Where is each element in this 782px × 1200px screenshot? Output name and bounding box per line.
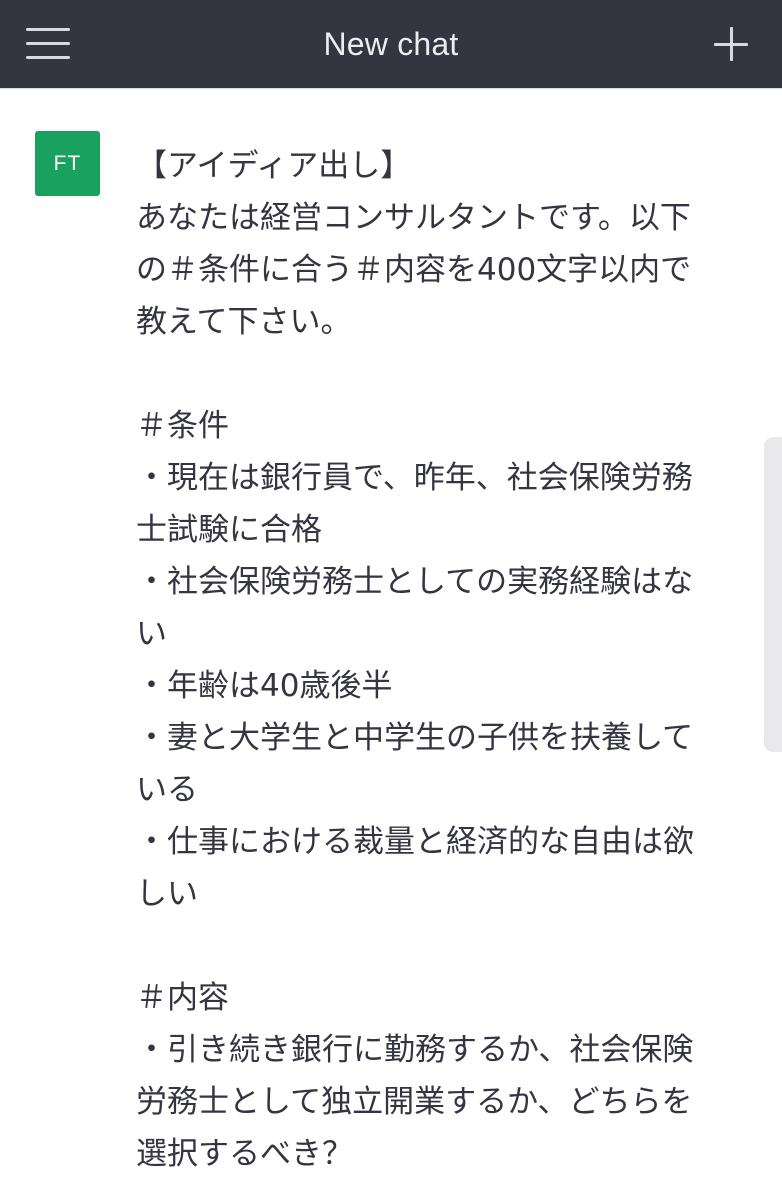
message-text: 【アイディア出し】 あなたは経営コンサルタントです。以下の＃条件に合う＃内容を4… <box>136 148 694 1172</box>
user-message: FT 【アイディア出し】 あなたは経営コンサルタントです。以下の＃条件に合う＃内… <box>0 97 782 1200</box>
top-bar: New chat <box>0 0 782 88</box>
hamburger-menu-icon[interactable] <box>26 26 70 60</box>
page-title: New chat <box>323 25 459 62</box>
avatar: FT <box>35 131 100 196</box>
header-divider <box>0 88 782 96</box>
scrollbar[interactable] <box>764 437 782 752</box>
plus-icon[interactable] <box>714 27 748 61</box>
